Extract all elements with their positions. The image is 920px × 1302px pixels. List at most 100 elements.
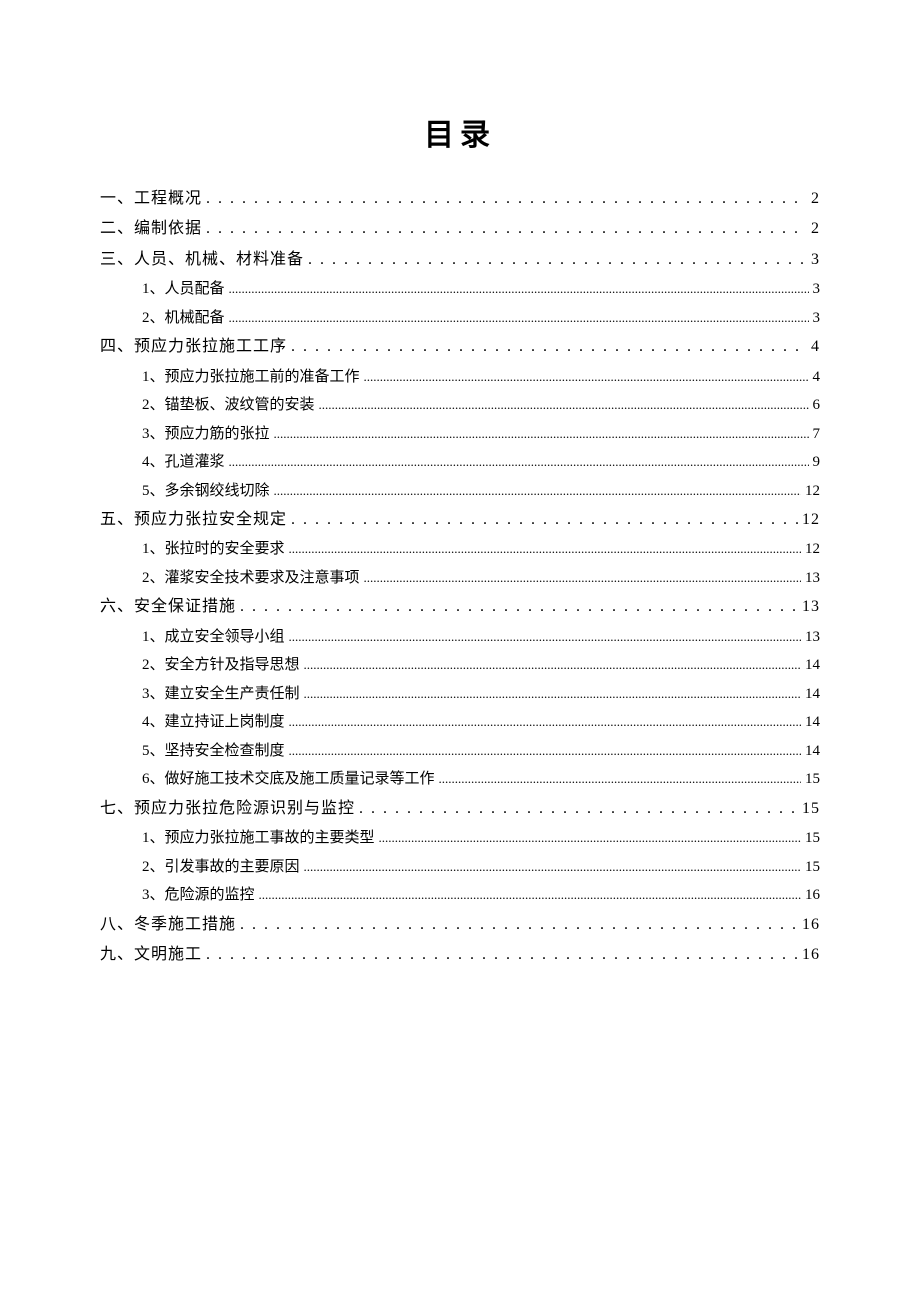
toc-entry-page: 12 [805, 477, 820, 506]
toc-entry: 5、多余钢绞线切除 12 [100, 477, 820, 506]
toc-entry: 1、人员配备 3 [100, 275, 820, 304]
toc-leader-dots [379, 826, 801, 851]
toc-leader-dots [229, 277, 809, 302]
toc-entry-label: 三、人员、机械、材料准备 [100, 245, 304, 275]
toc-leader-dots [229, 450, 809, 475]
toc-entry-label: 6、做好施工技术交底及施工质量记录等工作 [142, 765, 435, 794]
toc-list: 一、工程概况2二、编制依据2三、人员、机械、材料准备31、人员配备32、机械配备… [100, 184, 820, 971]
toc-leader-dots [274, 422, 809, 447]
toc-leader-dots [289, 625, 801, 650]
toc-entry: 五、预应力张拉安全规定 12 [100, 505, 820, 535]
toc-entry-page: 3 [811, 245, 820, 275]
toc-entry: 2、安全方针及指导思想14 [100, 651, 820, 680]
toc-entry-label: 4、建立持证上岗制度 [142, 708, 285, 737]
toc-entry: 四、预应力张拉施工工序 4 [100, 332, 820, 362]
toc-entry: 九、文明施工 16 [100, 940, 820, 970]
toc-entry-page: 12 [802, 505, 820, 535]
toc-entry-page: 9 [813, 448, 821, 477]
toc-entry-page: 14 [805, 680, 820, 709]
toc-entry-page: 15 [805, 824, 820, 853]
toc-leader-dots [206, 940, 798, 970]
toc-entry: 二、编制依据 2 [100, 214, 820, 244]
toc-entry-label: 四、预应力张拉施工工序 [100, 332, 287, 362]
toc-entry-label: 3、预应力筋的张拉 [142, 420, 270, 449]
toc-entry: 5、坚持安全检查制度 14 [100, 737, 820, 766]
toc-entry-page: 3 [813, 275, 821, 304]
toc-leader-dots [291, 505, 798, 535]
toc-entry-page: 4 [813, 363, 821, 392]
toc-entry: 2、引发事故的主要原因 15 [100, 853, 820, 882]
toc-entry: 一、工程概况 2 [100, 184, 820, 214]
toc-entry: 3、危险源的监控 16 [100, 881, 820, 910]
toc-leader-dots [289, 739, 801, 764]
toc-entry-label: 2、锚垫板、波纹管的安装 [142, 391, 315, 420]
toc-entry: 1、成立安全领导小组13 [100, 623, 820, 652]
toc-entry-label: 2、灌浆安全技术要求及注意事项 [142, 564, 360, 593]
toc-leader-dots [289, 537, 801, 562]
toc-leader-dots [289, 710, 801, 735]
toc-entry: 1、预应力张拉施工前的准备工作 4 [100, 363, 820, 392]
toc-entry: 6、做好施工技术交底及施工质量记录等工作 15 [100, 765, 820, 794]
toc-leader-dots [229, 306, 809, 331]
toc-entry: 4、建立持证上岗制度 14 [100, 708, 820, 737]
toc-entry-label: 4、孔道灌浆 [142, 448, 225, 477]
toc-entry-label: 一、工程概况 [100, 184, 202, 214]
toc-entry: 3、建立安全生产责任制 14 [100, 680, 820, 709]
toc-entry-page: 2 [811, 184, 820, 214]
toc-entry-page: 6 [813, 391, 821, 420]
toc-leader-dots [319, 393, 809, 418]
toc-entry-page: 7 [813, 420, 821, 449]
toc-leader-dots [206, 184, 807, 214]
toc-entry-page: 14 [805, 737, 820, 766]
toc-leader-dots [308, 245, 807, 275]
toc-entry-page: 16 [802, 910, 820, 940]
toc-leader-dots [259, 883, 801, 908]
toc-leader-dots [206, 214, 807, 244]
document-page: 目录 一、工程概况2二、编制依据2三、人员、机械、材料准备31、人员配备32、机… [0, 0, 920, 971]
toc-entry: 三、人员、机械、材料准备 3 [100, 245, 820, 275]
toc-entry-label: 五、预应力张拉安全规定 [100, 505, 287, 535]
toc-entry-page: 4 [811, 332, 820, 362]
toc-entry-label: 九、文明施工 [100, 940, 202, 970]
toc-entry: 2、机械配备 3 [100, 304, 820, 333]
toc-leader-dots [439, 767, 801, 792]
toc-leader-dots [240, 910, 798, 940]
toc-entry-page: 15 [802, 794, 820, 824]
toc-entry-page: 14 [805, 651, 820, 680]
toc-entry-page: 15 [805, 765, 820, 794]
toc-entry-page: 13 [802, 592, 820, 622]
toc-entry-page: 15 [805, 853, 820, 882]
toc-entry-page: 2 [811, 214, 820, 244]
toc-entry-page: 14 [805, 708, 820, 737]
toc-leader-dots [304, 682, 801, 707]
toc-entry-label: 5、坚持安全检查制度 [142, 737, 285, 766]
toc-entry-page: 16 [802, 940, 820, 970]
toc-entry-page: 3 [813, 304, 821, 333]
toc-leader-dots [240, 592, 798, 622]
toc-entry: 1、预应力张拉施工事故的主要类型 15 [100, 824, 820, 853]
toc-entry-label: 2、引发事故的主要原因 [142, 853, 300, 882]
toc-entry-label: 八、冬季施工措施 [100, 910, 236, 940]
toc-entry-label: 二、编制依据 [100, 214, 202, 244]
toc-leader-dots [364, 365, 809, 390]
toc-entry-page: 13 [805, 564, 820, 593]
toc-entry: 3、预应力筋的张拉 7 [100, 420, 820, 449]
toc-leader-dots [304, 653, 801, 678]
toc-entry-label: 3、危险源的监控 [142, 881, 255, 910]
toc-entry-page: 12 [805, 535, 820, 564]
toc-entry: 八、冬季施工措施 16 [100, 910, 820, 940]
toc-entry-label: 1、人员配备 [142, 275, 225, 304]
toc-leader-dots [274, 479, 801, 504]
toc-entry: 1、张拉时的安全要求12 [100, 535, 820, 564]
toc-entry-page: 16 [805, 881, 820, 910]
toc-entry-label: 3、建立安全生产责任制 [142, 680, 300, 709]
toc-entry: 2、锚垫板、波纹管的安装 6 [100, 391, 820, 420]
toc-entry: 4、孔道灌浆 9 [100, 448, 820, 477]
toc-entry-label: 1、预应力张拉施工前的准备工作 [142, 363, 360, 392]
toc-entry-page: 13 [805, 623, 820, 652]
toc-entry-label: 2、机械配备 [142, 304, 225, 333]
toc-entry-label: 1、预应力张拉施工事故的主要类型 [142, 824, 375, 853]
toc-entry: 六、安全保证措施13 [100, 592, 820, 622]
toc-entry: 七、预应力张拉危险源识别与监控15 [100, 794, 820, 824]
toc-entry-label: 5、多余钢绞线切除 [142, 477, 270, 506]
